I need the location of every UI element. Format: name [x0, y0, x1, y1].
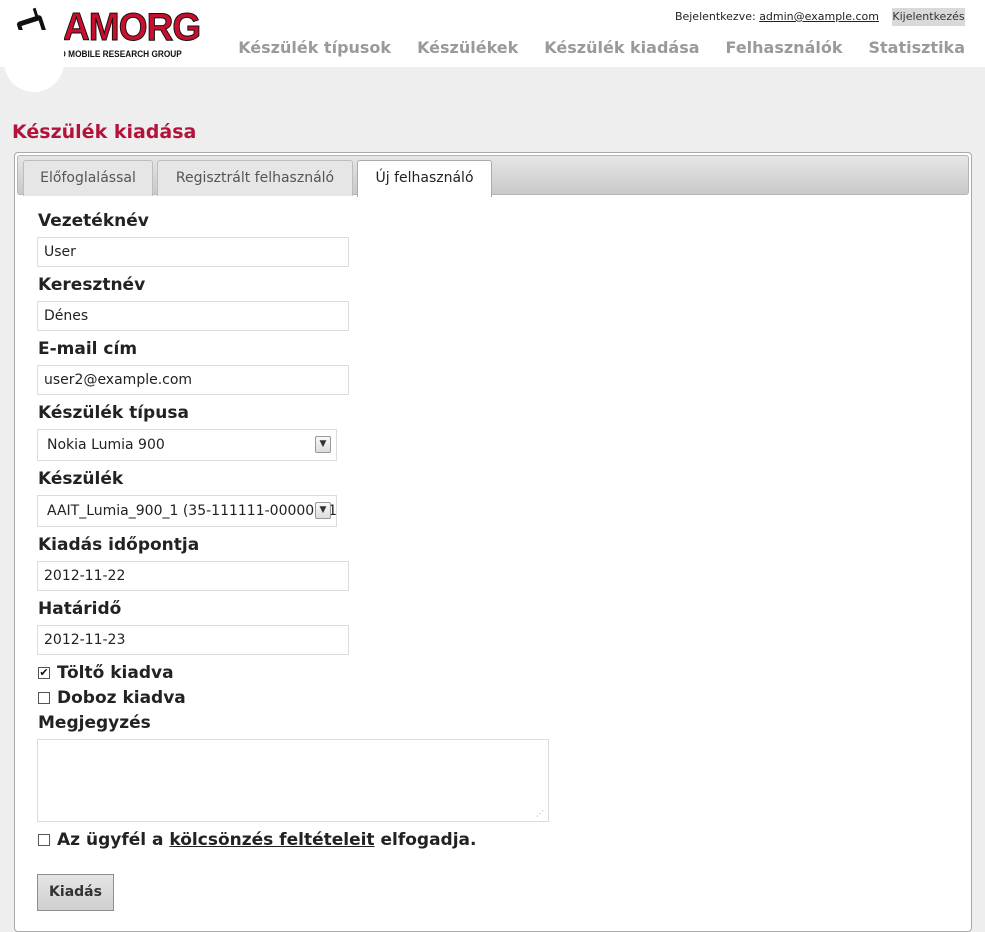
nav-device-types[interactable]: Készülék típusok — [238, 38, 391, 57]
terms-suffix: elfogadja. — [380, 830, 477, 850]
nav-statistics[interactable]: Statisztika — [868, 38, 965, 57]
page-title: Készülék kiadása — [12, 121, 197, 143]
login-status: Bejelentkezve: admin@example.com — [675, 10, 879, 23]
submit-button[interactable]: Kiadás — [37, 874, 114, 911]
logout-button[interactable]: Kijelentkezés — [892, 8, 965, 26]
terms-text: Az ügyfél a kölcsönzés feltételeit elfog… — [57, 830, 476, 850]
tab-new-user[interactable]: Új felhasználó — [357, 160, 492, 197]
charger-label: Töltő kiadva — [57, 663, 174, 683]
device-type-select[interactable]: Nokia Lumia 900 ▼ — [37, 429, 337, 461]
nav-devices[interactable]: Készülékek — [417, 38, 518, 57]
device-select[interactable]: AAIT_Lumia_900_1 (35-111111-000000-1) ▼ — [37, 495, 337, 527]
terms-link[interactable]: kölcsönzés feltételeit — [169, 830, 374, 850]
checkmark-icon: ✔ — [39, 666, 49, 679]
tab-reservation[interactable]: Előfoglalással — [23, 160, 153, 196]
chevron-down-icon[interactable]: ▼ — [315, 502, 331, 519]
first-name-input[interactable] — [37, 301, 349, 331]
tab-bar: Előfoglalással Regisztrált felhasználó Ú… — [17, 155, 969, 197]
charger-checkbox[interactable]: ✔ — [38, 667, 50, 679]
due-date-input[interactable] — [37, 625, 349, 655]
issue-date-label: Kiadás időpontja — [38, 535, 200, 555]
due-date-label: Határidő — [38, 599, 122, 619]
email-label: E-mail cím — [38, 339, 138, 359]
issue-date-input[interactable] — [37, 561, 349, 591]
resize-grip-icon[interactable]: ⋰ — [536, 809, 545, 818]
box-label: Doboz kiadva — [57, 688, 186, 708]
note-textarea[interactable]: ⋰ — [37, 739, 549, 822]
note-label: Megjegyzés — [38, 713, 151, 733]
email-input[interactable] — [37, 365, 349, 395]
box-checkbox[interactable] — [38, 692, 50, 704]
device-value: AAIT_Lumia_900_1 (35-111111-000000-1) — [47, 503, 337, 519]
last-name-input[interactable] — [37, 237, 349, 267]
logo-bubble — [4, 30, 64, 92]
terms-prefix: Az ügyfél a — [57, 830, 164, 850]
device-type-label: Készülék típusa — [38, 403, 189, 423]
chevron-down-icon[interactable]: ▼ — [315, 436, 331, 453]
nav-users[interactable]: Felhasználók — [726, 38, 843, 57]
login-prefix: Bejelentkezve: — [674, 10, 756, 23]
terms-checkbox[interactable] — [38, 834, 50, 846]
first-name-label: Keresztnév — [38, 275, 146, 295]
main-nav: Készülék típusok Készülékek Készülék kia… — [212, 38, 965, 57]
site-header: AMORG APPLIED MOBILE RESEARCH GROUP Beje… — [0, 0, 985, 67]
nav-device-issue[interactable]: Készülék kiadása — [544, 38, 699, 57]
logo-text: AMORG — [63, 6, 202, 49]
user-email-link[interactable]: admin@example.com — [759, 10, 879, 23]
tab-registered-user[interactable]: Regisztrált felhasználó — [157, 160, 353, 196]
device-type-value: Nokia Lumia 900 — [47, 437, 165, 453]
device-label: Készülék — [38, 469, 124, 489]
last-name-label: Vezetéknév — [38, 211, 149, 231]
